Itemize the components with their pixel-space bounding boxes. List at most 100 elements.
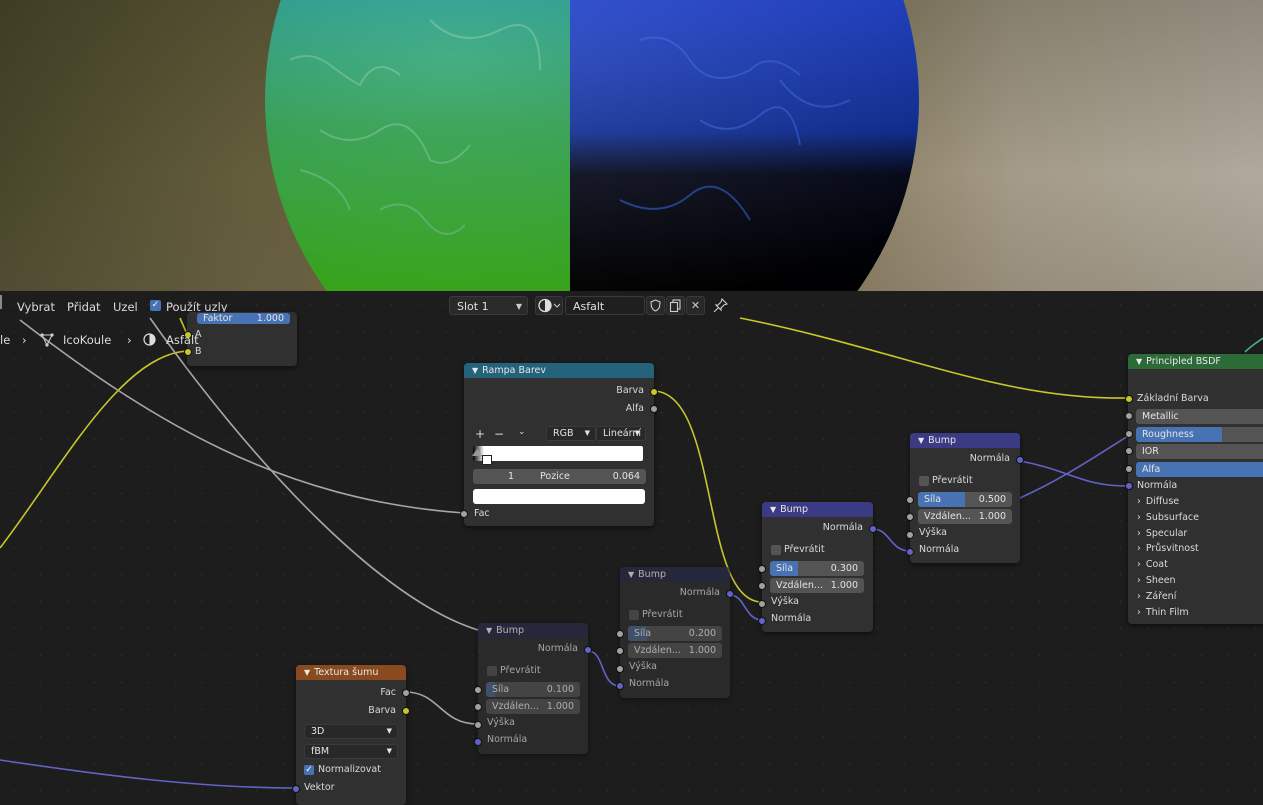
breadcrumb-material[interactable]: Asfalt: [166, 333, 199, 347]
socket-ramp-fac[interactable]: [460, 510, 468, 518]
slot-dropdown[interactable]: Slot 1 ▼: [449, 296, 528, 315]
color-ramp-node[interactable]: ▼ Rampa Barev Barva Alfa + − ⌄ RGB ▼ Lineá…: [464, 363, 654, 526]
socket-metallic[interactable]: [1125, 412, 1133, 420]
principled-header[interactable]: ▼ Principled BSDF: [1128, 354, 1263, 369]
color-ramp-gradient[interactable]: [473, 446, 643, 461]
ramp-stop-black[interactable]: [472, 449, 482, 456]
3d-viewport[interactable]: [0, 0, 1263, 291]
distance-field[interactable]: Vzdálen... 1.000: [770, 578, 864, 593]
interpolation-select[interactable]: Lineární ▼: [596, 426, 646, 441]
bsdf-panel-item[interactable]: › Záření: [1137, 591, 1176, 602]
principled-bsdf-node[interactable]: ▼ Principled BSDF Základní Barva Metallic…: [1128, 354, 1263, 624]
socket-roughness[interactable]: [1125, 430, 1133, 438]
socket-bump-strength[interactable]: [758, 565, 766, 573]
bump-header[interactable]: ▼ Bump: [762, 502, 873, 517]
socket-bump-strength[interactable]: [906, 496, 914, 504]
strength-field[interactable]: Síla 0.100: [486, 682, 580, 697]
socket-bump-in-normal[interactable]: [474, 738, 482, 746]
faktor-field[interactable]: Faktor 1.000: [197, 313, 290, 324]
fake-user-button[interactable]: [646, 296, 665, 315]
socket-bump-height[interactable]: [474, 721, 482, 729]
socket-bump-strength[interactable]: [474, 686, 482, 694]
distance-field[interactable]: Vzdálen... 1.000: [918, 509, 1012, 524]
strength-field[interactable]: Síla 0.300: [770, 561, 864, 576]
bump-node-2[interactable]: ▼ Bump Normála Převrátit Síla 0.200 Vzdále…: [620, 567, 730, 698]
socket-bump-distance[interactable]: [758, 582, 766, 590]
socket-bump-out-normal[interactable]: [726, 590, 734, 598]
socket-normal[interactable]: [1125, 482, 1133, 490]
strength-field[interactable]: Síla 0.200: [628, 626, 722, 641]
socket-noise-fac[interactable]: [402, 689, 410, 697]
bump-header[interactable]: ▼ Bump: [910, 433, 1020, 448]
noise-dimensions-select[interactable]: 3D ▼: [304, 724, 398, 739]
distance-field[interactable]: Vzdálen... 1.000: [628, 643, 722, 658]
bump-header[interactable]: ▼ Bump: [478, 623, 588, 638]
ramp-menu-chevron-icon[interactable]: ⌄: [518, 427, 526, 437]
socket-bump-distance[interactable]: [906, 513, 914, 521]
stop-color-swatch[interactable]: [473, 489, 645, 504]
strength-field[interactable]: Síla 0.500: [918, 492, 1012, 507]
invert-checkbox[interactable]: [629, 610, 639, 620]
mix-node-partial[interactable]: Faktor 1.000: [187, 312, 297, 366]
socket-bump-in-normal[interactable]: [906, 548, 914, 556]
socket-bump-out-normal[interactable]: [869, 525, 877, 533]
socket-bump-strength[interactable]: [616, 630, 624, 638]
color-mode-select[interactable]: RGB ▼: [546, 426, 596, 441]
add-stop-button[interactable]: +: [475, 427, 485, 441]
remove-stop-button[interactable]: −: [494, 427, 504, 441]
menu-vybrat[interactable]: Vybrat: [17, 300, 55, 314]
unlink-material-button[interactable]: ✕: [686, 296, 705, 315]
breadcrumb-scene[interactable]: le: [0, 333, 10, 347]
socket-bump-distance[interactable]: [616, 647, 624, 655]
invert-checkbox[interactable]: [487, 666, 497, 676]
roughness-field[interactable]: Roughness: [1136, 427, 1263, 442]
bsdf-panel-item[interactable]: › Thin Film: [1137, 607, 1189, 618]
ior-field[interactable]: IOR: [1136, 444, 1263, 459]
socket-bump-height[interactable]: [906, 531, 914, 539]
socket-bump-in-normal[interactable]: [616, 682, 624, 690]
metallic-field[interactable]: Metallic: [1136, 409, 1263, 424]
bump-header[interactable]: ▼ Bump: [620, 567, 730, 582]
pin-button[interactable]: [712, 297, 729, 314]
noise-header[interactable]: ▼ Textura šumu: [296, 665, 406, 680]
bsdf-panel-item[interactable]: › Coat: [1137, 559, 1168, 570]
bump-node-1[interactable]: ▼ Bump Normála Převrátit Síla 0.100 Vzdále…: [478, 623, 588, 754]
bump-node-4[interactable]: ▼ Bump Normála Převrátit Síla 0.500 Vzdále…: [910, 433, 1020, 563]
use-nodes-checkbox[interactable]: ✓: [150, 300, 161, 311]
bsdf-panel-item[interactable]: › Specular: [1137, 528, 1187, 539]
bsdf-panel-item[interactable]: › Subsurface: [1137, 512, 1199, 523]
socket-alpha[interactable]: [1125, 465, 1133, 473]
menu-pridat[interactable]: Přidat: [67, 300, 101, 314]
socket-ior[interactable]: [1125, 447, 1133, 455]
noise-type-select[interactable]: fBM ▼: [304, 744, 398, 759]
invert-checkbox[interactable]: [771, 545, 781, 555]
breadcrumb-object[interactable]: IcoKoule: [63, 333, 111, 347]
color-ramp-header[interactable]: ▼ Rampa Barev: [464, 363, 654, 378]
socket-bump-distance[interactable]: [474, 703, 482, 711]
socket-bump-height[interactable]: [758, 600, 766, 608]
bsdf-panel-item[interactable]: › Diffuse: [1137, 496, 1179, 507]
socket-bump-in-normal[interactable]: [758, 617, 766, 625]
socket-base-color[interactable]: [1125, 395, 1133, 403]
socket-bump-out-normal[interactable]: [584, 646, 592, 654]
socket-ramp-barva[interactable]: [650, 388, 658, 396]
noise-texture-node[interactable]: ▼ Textura šumu Fac Barva 3D ▼ fBM ▼ ✓ Norma…: [296, 665, 406, 805]
distance-field[interactable]: Vzdálen... 1.000: [486, 699, 580, 714]
bsdf-panel-item[interactable]: › Sheen: [1137, 575, 1176, 586]
socket-noise-vektor[interactable]: [292, 785, 300, 793]
normalize-checkbox[interactable]: ✓: [304, 765, 314, 775]
bump-node-3[interactable]: ▼ Bump Normála Převrátit Síla 0.300 Vzdále…: [762, 502, 873, 632]
menu-uzel[interactable]: Uzel: [113, 300, 138, 314]
socket-input-b[interactable]: [184, 348, 192, 356]
socket-noise-barva[interactable]: [402, 707, 410, 715]
bsdf-panel-item[interactable]: › Průsvitnost: [1137, 543, 1199, 554]
material-name-field[interactable]: Asfalt: [565, 296, 645, 315]
socket-bump-height[interactable]: [616, 665, 624, 673]
ramp-stop-white[interactable]: [482, 455, 492, 465]
invert-checkbox[interactable]: [919, 476, 929, 486]
alpha-field[interactable]: Alfa: [1136, 462, 1263, 477]
material-browse-button[interactable]: [535, 296, 563, 315]
duplicate-material-button[interactable]: [666, 296, 685, 315]
socket-bump-out-normal[interactable]: [1016, 456, 1024, 464]
position-field[interactable]: Pozice 0.064: [529, 469, 646, 484]
